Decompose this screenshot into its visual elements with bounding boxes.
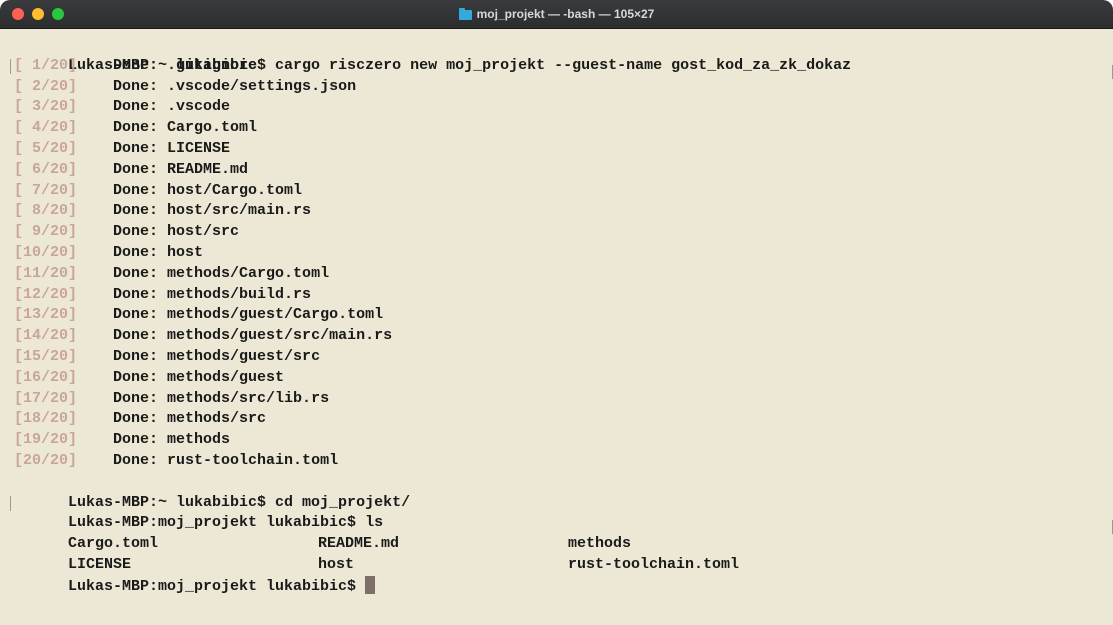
progress-line: [10/20] Done: host bbox=[14, 243, 1113, 264]
command-line: Lukas-MBP:moj_projekt lukabibic$ ls bbox=[10, 493, 1113, 531]
progress-counter: [10/20] bbox=[14, 243, 78, 261]
progress-line: [20/20] Done: rust-toolchain.toml bbox=[14, 451, 1113, 472]
terminal-window: moj_projekt — -bash — 105×27 Lukas-MBP:~… bbox=[0, 0, 1113, 625]
command-line: Lukas-MBP:~ lukabibic$ cd moj_projekt/ bbox=[14, 472, 1113, 511]
progress-line: [ 4/20] Done: Cargo.toml bbox=[14, 118, 1113, 139]
progress-line: [15/20] Done: methods/guest/src bbox=[14, 347, 1113, 368]
progress-text: Done: rust-toolchain.toml bbox=[113, 451, 339, 469]
ls-row: LICENSE host rust-toolchain.toml bbox=[14, 534, 1113, 573]
progress-text: Done: host/src/main.rs bbox=[113, 202, 312, 220]
progress-text: Done: host/src bbox=[113, 223, 240, 241]
progress-counter: [ 7/20] bbox=[14, 181, 78, 199]
progress-text: Done: .vscode bbox=[113, 98, 231, 116]
command-line: Lukas-MBP:~ lukabibic$ cargo risczero ne… bbox=[14, 35, 1113, 74]
progress-counter: [18/20] bbox=[14, 410, 78, 428]
text-cursor bbox=[365, 575, 376, 594]
progress-counter: [ 5/20] bbox=[14, 139, 78, 157]
progress-text: Done: methods/src/lib.rs bbox=[113, 389, 330, 407]
progress-counter: [ 8/20] bbox=[14, 202, 78, 220]
progress-line: [11/20] Done: methods/Cargo.toml bbox=[14, 264, 1113, 285]
ls-row: Cargo.toml README.md methods bbox=[14, 513, 1113, 552]
progress-line: [12/20] Done: methods/build.rs bbox=[14, 285, 1113, 306]
progress-text: Done: .gitignore bbox=[113, 56, 258, 74]
progress-line: [ 3/20] Done: .vscode bbox=[14, 97, 1113, 118]
progress-text: Done: README.md bbox=[113, 160, 249, 178]
progress-counter: [15/20] bbox=[14, 347, 78, 365]
progress-line: [ 8/20] Done: host/src/main.rs bbox=[14, 201, 1113, 222]
progress-text: Done: Cargo.toml bbox=[113, 119, 258, 137]
progress-text: Done: LICENSE bbox=[113, 139, 231, 157]
progress-counter: [ 1/20] bbox=[14, 56, 78, 74]
progress-text: Done: methods/guest bbox=[113, 368, 285, 386]
progress-text: Done: methods bbox=[113, 431, 231, 449]
progress-counter: [20/20] bbox=[14, 451, 78, 469]
progress-counter: [16/20] bbox=[14, 368, 78, 386]
progress-counter: [ 6/20] bbox=[14, 160, 78, 178]
progress-text: Done: methods/build.rs bbox=[113, 285, 312, 303]
progress-counter: [ 9/20] bbox=[14, 223, 78, 241]
progress-counter: [19/20] bbox=[14, 431, 78, 449]
progress-counter: [17/20] bbox=[14, 389, 78, 407]
progress-line: [ 9/20] Done: host/src bbox=[14, 222, 1113, 243]
progress-line: [19/20] Done: methods bbox=[14, 430, 1113, 451]
progress-line: [18/20] Done: methods/src bbox=[14, 409, 1113, 430]
progress-line: [ 1/20] Done: .gitignore bbox=[10, 56, 1113, 77]
progress-counter: [ 4/20] bbox=[14, 119, 78, 137]
progress-text: Done: methods/guest/src bbox=[113, 347, 321, 365]
progress-text: Done: methods/Cargo.toml bbox=[113, 264, 330, 282]
progress-line: [17/20] Done: methods/src/lib.rs bbox=[14, 389, 1113, 410]
progress-counter: [13/20] bbox=[14, 306, 78, 324]
progress-counter: [ 2/20] bbox=[14, 77, 78, 95]
progress-counter: [11/20] bbox=[14, 264, 78, 282]
window-title-group: moj_projekt — -bash — 105×27 bbox=[0, 0, 1113, 28]
progress-line: [ 6/20] Done: README.md bbox=[14, 160, 1113, 181]
progress-text: Done: host/Cargo.toml bbox=[113, 181, 303, 199]
progress-line: [ 2/20] Done: .vscode/settings.json bbox=[14, 77, 1113, 98]
progress-text: Done: .vscode/settings.json bbox=[113, 77, 357, 95]
progress-text: Done: host bbox=[113, 243, 204, 261]
progress-line: [ 7/20] Done: host/Cargo.toml bbox=[14, 181, 1113, 202]
window-title: moj_projekt — -bash — 105×27 bbox=[476, 7, 655, 21]
progress-line: [13/20] Done: methods/guest/Cargo.toml bbox=[14, 305, 1113, 326]
current-prompt: Lukas-MBP:moj_projekt lukabibic$ bbox=[68, 577, 366, 595]
prompt-line[interactable]: Lukas-MBP:moj_projekt lukabibic$ bbox=[14, 555, 1113, 595]
progress-line: [14/20] Done: methods/guest/src/main.rs bbox=[14, 326, 1113, 347]
progress-text: Done: methods/guest/src/main.rs bbox=[113, 327, 393, 345]
folder-icon bbox=[458, 7, 472, 20]
terminal-output[interactable]: Lukas-MBP:~ lukabibic$ cargo risczero ne… bbox=[0, 29, 1113, 595]
progress-text: Done: methods/guest/Cargo.toml bbox=[113, 306, 384, 324]
title-bar[interactable]: moj_projekt — -bash — 105×27 bbox=[0, 0, 1113, 29]
progress-counter: [ 3/20] bbox=[14, 98, 78, 116]
progress-line: [16/20] Done: methods/guest bbox=[14, 368, 1113, 389]
progress-text: Done: methods/src bbox=[113, 410, 267, 428]
progress-counter: [12/20] bbox=[14, 285, 78, 303]
progress-counter: [14/20] bbox=[14, 327, 78, 345]
progress-line: [ 5/20] Done: LICENSE bbox=[14, 139, 1113, 160]
